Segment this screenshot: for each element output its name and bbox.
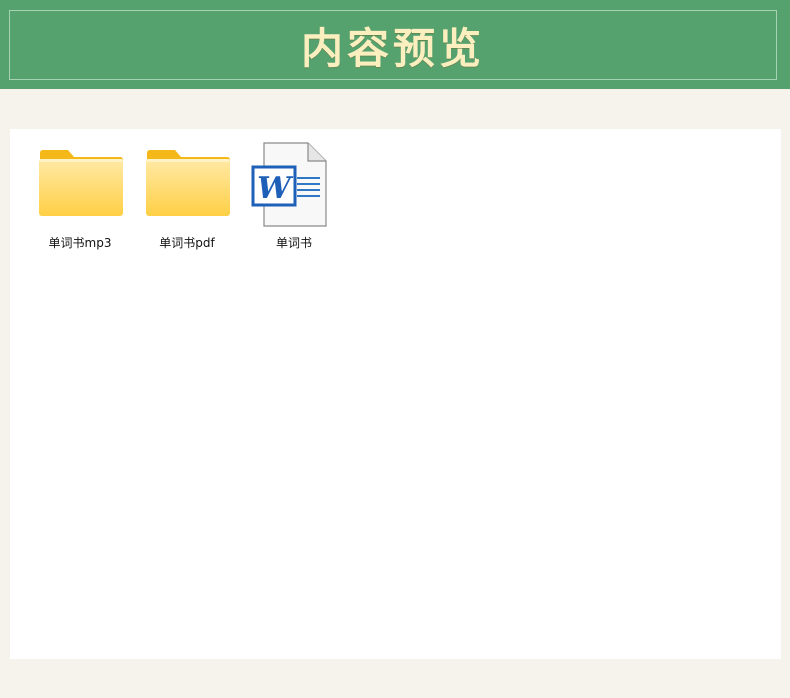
page-title: 内容预览: [300, 23, 485, 73]
file-label: 单词书: [275, 236, 312, 250]
header-banner: 内容预览: [0, 0, 790, 89]
file-item-word-document[interactable]: W 单词书: [244, 129, 344, 254]
content-panel: 单词书mp3 单词书pdf W 单词书: [10, 129, 781, 659]
word-document-icon: W: [251, 142, 327, 232]
svg-text:W: W: [257, 171, 294, 206]
file-item-pdf-folder[interactable]: 单词书pdf: [137, 129, 237, 254]
file-label: 单词书pdf: [159, 236, 215, 250]
header-frame: 内容预览: [9, 10, 777, 80]
file-item-mp3-folder[interactable]: 单词书mp3: [30, 129, 130, 254]
file-label: 单词书mp3: [48, 236, 112, 250]
folder-icon: [145, 149, 231, 221]
folder-icon: [38, 149, 124, 221]
